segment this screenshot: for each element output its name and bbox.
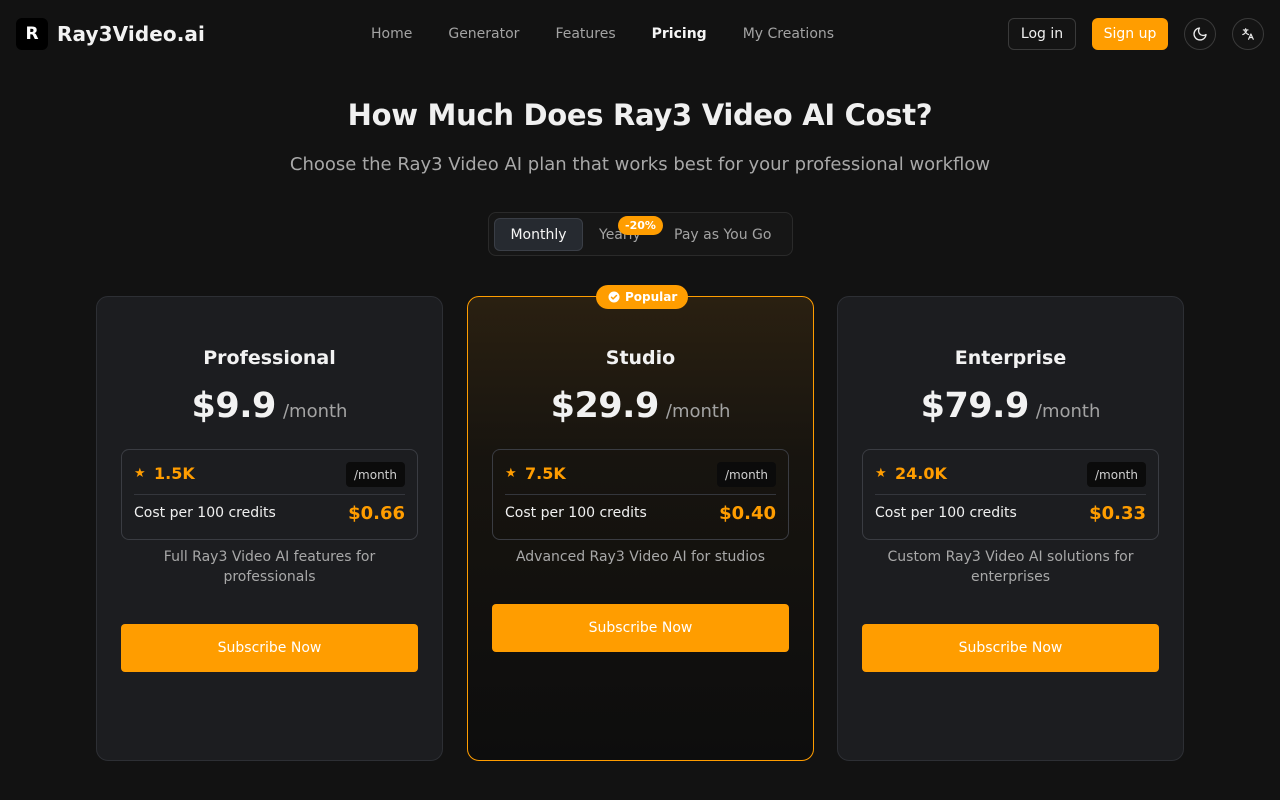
plan-name: Studio	[605, 347, 676, 369]
main-nav: Home Generator Features Pricing My Creat…	[371, 24, 870, 44]
credit-amount: 7.5K	[525, 464, 566, 483]
price-row: $79.9 /month	[838, 386, 1183, 426]
billing-option-pay-as-you-go[interactable]: Pay as You Go	[674, 226, 771, 244]
credit-unit-tag: /month	[717, 462, 776, 487]
credit-amount: 1.5K	[154, 464, 195, 483]
moon-icon	[1193, 27, 1207, 41]
credits-box: ★ 24.0K /month Cost per 100 credits $0.3…	[862, 449, 1159, 540]
subscribe-button[interactable]: Subscribe Now	[492, 604, 789, 652]
subscribe-button[interactable]: Subscribe Now	[121, 624, 418, 672]
page-title: How Much Does Ray3 Video AI Cost?	[347, 98, 933, 132]
popular-badge-label: Popular	[625, 290, 678, 304]
nav-item-features[interactable]: Features	[555, 24, 615, 44]
cost-value: $0.40	[719, 503, 776, 524]
cost-label: Cost per 100 credits	[875, 505, 1017, 521]
credit-amount: 24.0K	[895, 464, 947, 483]
plan-card-enterprise: Enterprise $79.9 /month ★ 24.0K /month C…	[837, 296, 1184, 761]
plan-price: $79.9	[920, 386, 1030, 426]
language-button[interactable]	[1232, 18, 1264, 50]
star-icon: ★	[875, 466, 887, 481]
billing-option-monthly[interactable]: Monthly	[494, 218, 583, 251]
plan-period: /month	[282, 401, 348, 422]
plan-description: Advanced Ray3 Video AI for studios	[515, 549, 766, 565]
plan-name: Enterprise	[954, 347, 1067, 369]
plan-description: Full Ray3 Video AI features for professi…	[163, 549, 376, 585]
cost-label: Cost per 100 credits	[505, 505, 647, 521]
cost-label: Cost per 100 credits	[134, 505, 276, 521]
divider	[875, 494, 1146, 495]
yearly-discount-badge: -20%	[618, 216, 663, 235]
price-row: $9.9 /month	[97, 386, 442, 426]
subscribe-button[interactable]: Subscribe Now	[862, 624, 1159, 672]
plan-card-studio: Popular Studio $29.9 /month ★ 7.5K /mont…	[467, 285, 814, 761]
cost-value: $0.33	[1089, 503, 1146, 524]
theme-toggle-button[interactable]	[1184, 18, 1216, 50]
check-circle-icon	[608, 291, 620, 303]
cost-value: $0.66	[348, 503, 405, 524]
signup-button[interactable]: Sign up	[1092, 18, 1168, 50]
credits-box: ★ 1.5K /month Cost per 100 credits $0.66	[121, 449, 418, 540]
price-row: $29.9 /month	[468, 386, 813, 426]
plan-card-professional: Professional $9.9 /month ★ 1.5K /month C…	[96, 296, 443, 761]
brand-logo[interactable]: R Ray3Video.ai	[16, 18, 205, 50]
plan-description: Custom Ray3 Video AI solutions for enter…	[887, 549, 1134, 585]
popular-badge: Popular	[596, 285, 689, 309]
login-button[interactable]: Log in	[1008, 18, 1076, 50]
plan-period: /month	[1035, 401, 1101, 422]
translate-icon	[1242, 28, 1254, 40]
credits-box: ★ 7.5K /month Cost per 100 credits $0.40	[492, 449, 789, 540]
page-subtitle: Choose the Ray3 Video AI plan that works…	[289, 154, 991, 175]
divider	[505, 494, 776, 495]
billing-period-toggle: Monthly Yearly -20% Pay as You Go	[488, 212, 793, 256]
credit-unit-tag: /month	[1087, 462, 1146, 487]
credit-unit-tag: /month	[346, 462, 405, 487]
nav-item-home[interactable]: Home	[371, 24, 412, 44]
star-icon: ★	[134, 466, 146, 481]
brand-name: Ray3Video.ai	[57, 22, 205, 46]
top-nav-bar: R Ray3Video.ai Home Generator Features P…	[0, 0, 1280, 68]
plan-price: $9.9	[191, 386, 277, 426]
nav-item-generator[interactable]: Generator	[448, 24, 519, 44]
plan-period: /month	[665, 401, 731, 422]
nav-item-pricing[interactable]: Pricing	[652, 24, 707, 44]
nav-item-my-creations[interactable]: My Creations	[743, 24, 834, 44]
logo-mark: R	[16, 18, 48, 50]
divider	[134, 494, 405, 495]
plan-price: $29.9	[550, 386, 660, 426]
plan-name: Professional	[203, 347, 336, 369]
star-icon: ★	[505, 466, 517, 481]
